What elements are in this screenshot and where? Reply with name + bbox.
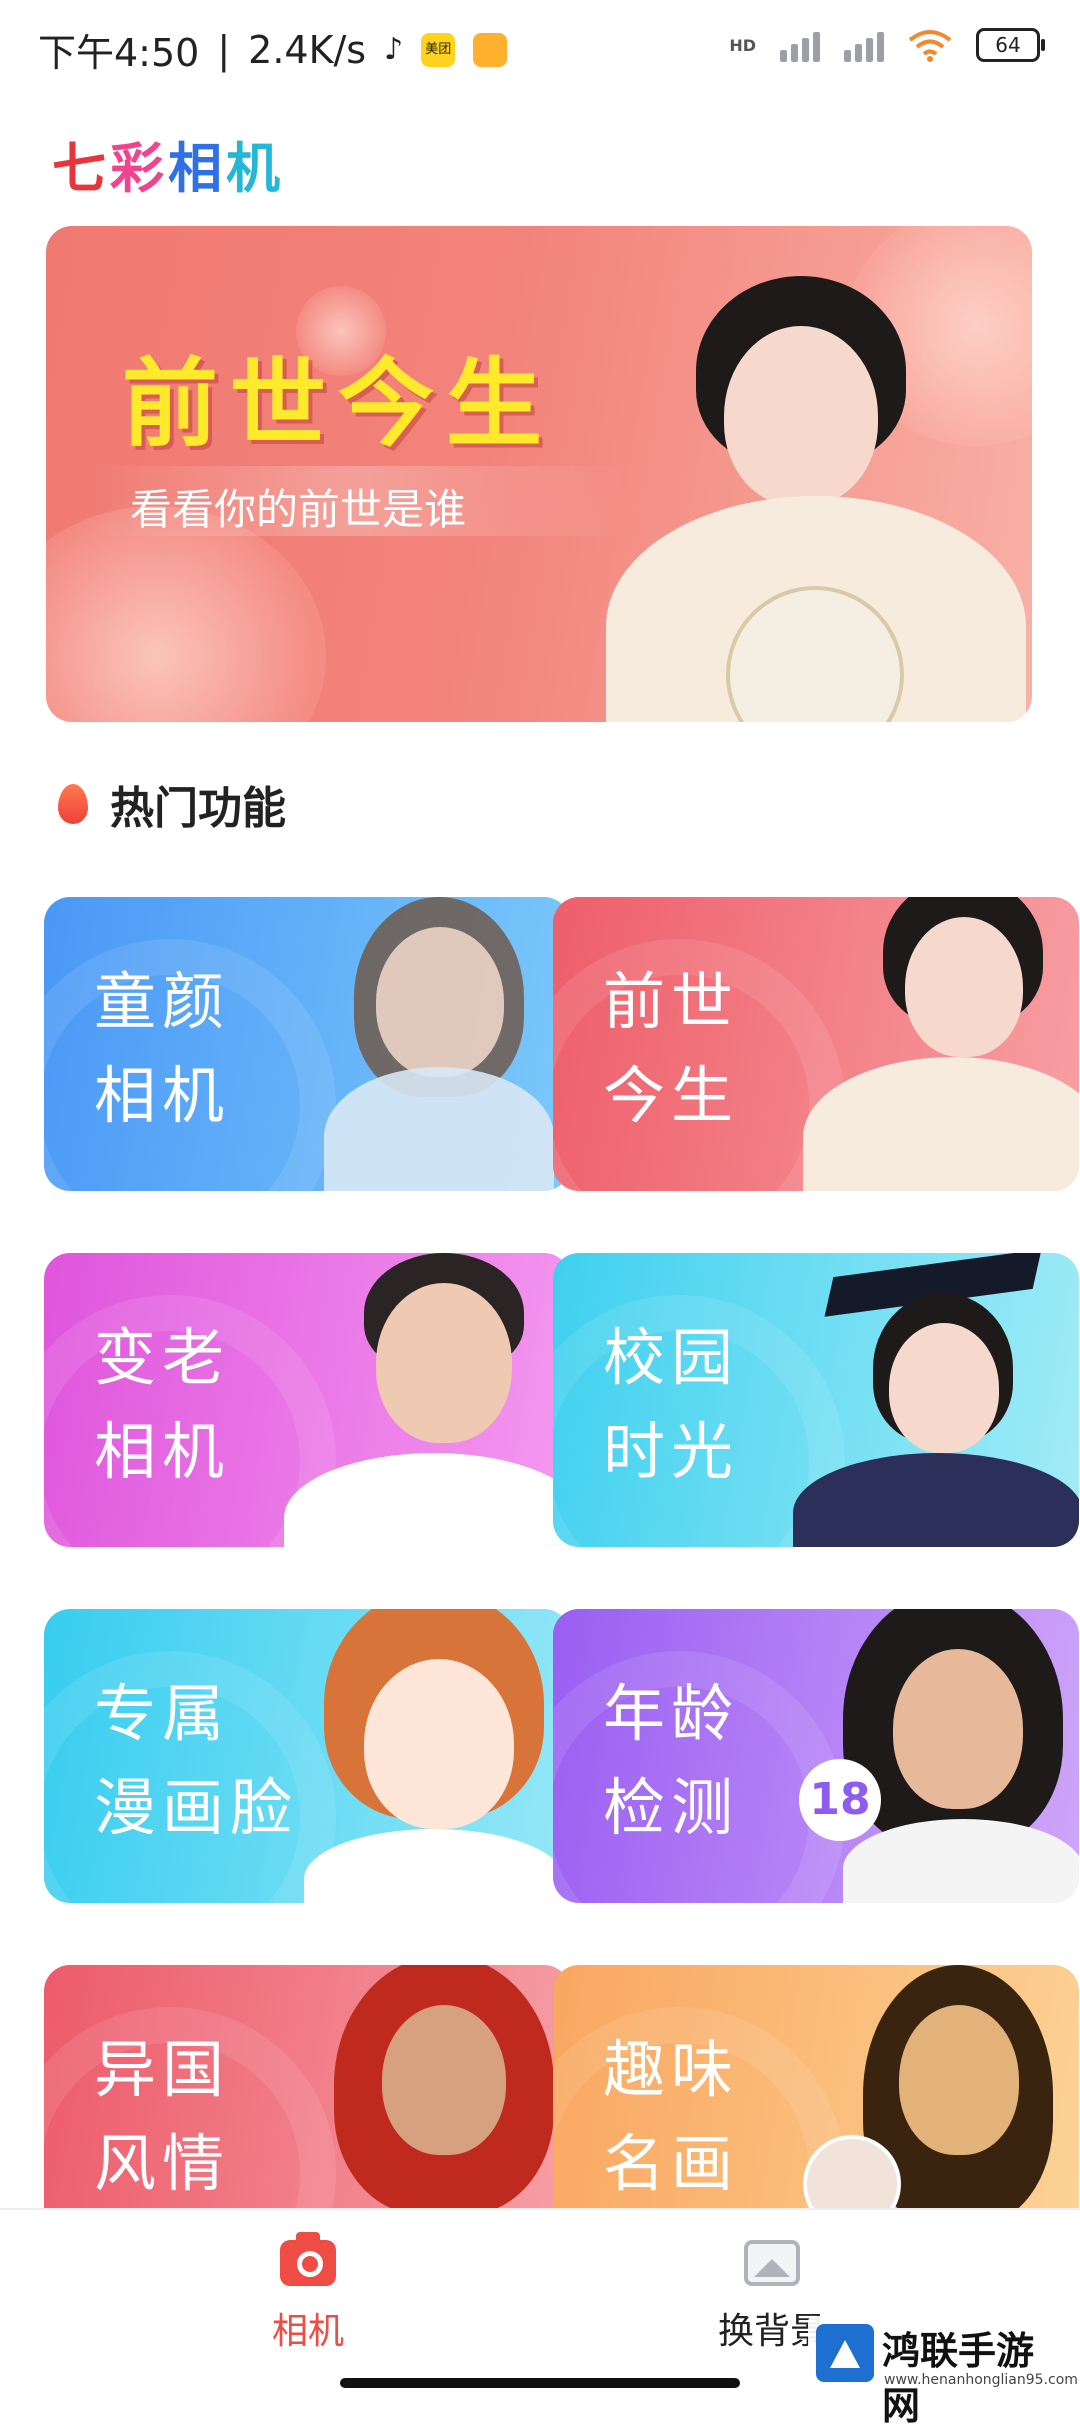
status-time: 下午4:50 — [38, 31, 200, 75]
hd-icon: HD — [729, 35, 756, 55]
feature-card-past-life[interactable]: 前世 今生 — [553, 897, 1079, 1191]
watermark-logo-icon — [816, 2324, 874, 2382]
watermark-url: www.henanhonglian95.com — [884, 2372, 1078, 2388]
status-left: 下午4:50 | 2.4K/s ♪ 美团 — [38, 22, 508, 77]
card-title: 前世 今生 — [603, 965, 740, 1132]
card-portrait — [793, 1253, 1079, 1547]
banner-title: 前世今生 — [122, 348, 554, 460]
card-portrait — [314, 1965, 570, 2215]
battery-icon: 64 — [976, 28, 1045, 62]
card-portrait — [803, 897, 1079, 1191]
card-title: 异国 风情 — [94, 2033, 231, 2200]
feature-card-age-detection[interactable]: 18 年龄 检测 — [553, 1609, 1079, 1903]
feature-card-comic-face[interactable]: 专属 漫画脸 — [44, 1609, 570, 1903]
signal-2-icon — [844, 28, 884, 62]
card-portrait — [823, 1609, 1079, 1903]
tiktok-icon: ♪ — [384, 32, 404, 67]
nav-tab-camera-label: 相机 — [271, 2311, 344, 2352]
status-net-speed: 2.4K/s — [248, 27, 367, 72]
status-bar: 下午4:50 | 2.4K/s ♪ 美团 HD 64 — [0, 0, 1080, 96]
watermark: 鸿联手游网 www.henanhonglian95.com — [808, 2316, 1078, 2428]
promo-banner[interactable]: 前世今生 看看你的前世是谁 — [46, 226, 1032, 722]
app-title-char: 彩 — [110, 137, 168, 200]
app-title: 七彩相机 — [52, 124, 284, 203]
app-title-char: 相 — [168, 137, 226, 200]
app-title-char: 七 — [52, 137, 110, 200]
fire-icon — [58, 784, 88, 824]
card-title: 童颜 相机 — [94, 965, 231, 1132]
age-badge: 18 — [799, 1759, 881, 1841]
card-title: 专属 漫画脸 — [94, 1677, 299, 1844]
status-separator: | — [217, 27, 231, 72]
card-portrait — [304, 897, 570, 1191]
nav-tab-camera[interactable]: 相机 — [208, 2232, 408, 2354]
home-indicator[interactable] — [340, 2378, 740, 2388]
card-portrait — [294, 1609, 570, 1903]
wifi-icon — [908, 30, 952, 62]
card-title: 变老 相机 — [94, 1321, 231, 1488]
banner-subtitle: 看看你的前世是谁 — [130, 485, 467, 534]
section-header: 热门功能 — [58, 772, 286, 836]
card-title: 趣味 名画 — [603, 2033, 740, 2200]
camera-icon — [280, 2232, 336, 2286]
meituan-icon: 美团 — [421, 32, 456, 67]
card-portrait — [264, 1253, 570, 1547]
card-title: 校园 时光 — [603, 1321, 740, 1488]
banner-portrait — [586, 256, 1026, 722]
card-title: 年龄 检测 — [603, 1677, 740, 1844]
section-title: 热门功能 — [110, 783, 286, 834]
feature-card-aging-camera[interactable]: 变老 相机 — [44, 1253, 570, 1547]
status-right: HD 64 — [729, 28, 1045, 62]
image-icon — [744, 2240, 800, 2286]
feature-card-child-camera[interactable]: 童颜 相机 — [44, 897, 570, 1191]
signal-icon — [780, 28, 820, 62]
feature-card-campus-time[interactable]: 校园 时光 — [553, 1253, 1079, 1547]
shopping-app-icon — [473, 32, 508, 67]
app-title-char: 机 — [226, 137, 284, 200]
